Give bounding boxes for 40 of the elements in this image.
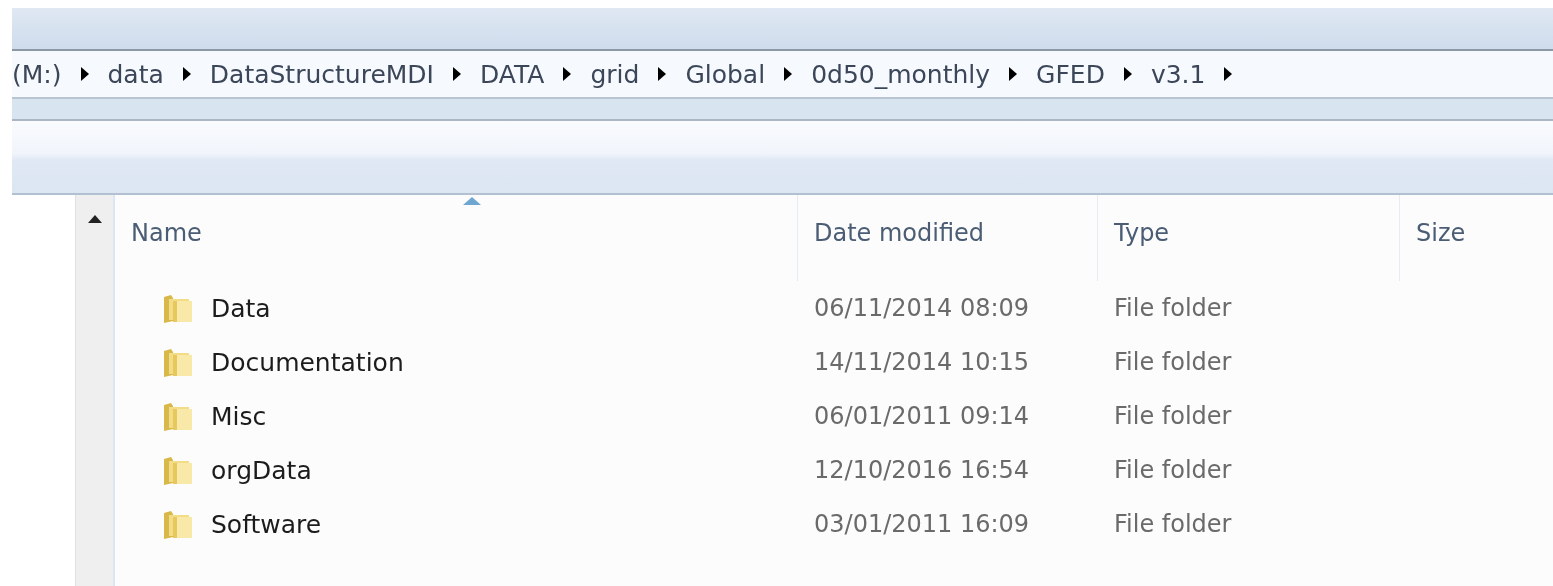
date-modified: 14/11/2014 10:15 <box>814 348 1030 376</box>
file-name[interactable]: orgData <box>211 455 312 485</box>
chevron-icon[interactable] <box>1008 66 1019 82</box>
file-type: File folder <box>1114 456 1232 484</box>
chevron-icon[interactable] <box>181 66 192 82</box>
breadcrumb-item[interactable]: DATA <box>468 59 557 89</box>
scrollbar[interactable] <box>75 195 115 586</box>
chevron-icon[interactable] <box>1223 66 1234 82</box>
scroll-up-icon[interactable] <box>87 215 102 223</box>
column-header[interactable]: Date modified <box>814 219 985 247</box>
chevron-icon[interactable] <box>657 66 668 82</box>
file-type: File folder <box>1114 294 1232 322</box>
column-header[interactable]: Size <box>1416 219 1466 247</box>
breadcrumb-item[interactable]: grid <box>578 59 652 89</box>
date-modified: 06/11/2014 08:09 <box>814 294 1030 322</box>
breadcrumb-item[interactable]: DataStructureMDI <box>197 59 446 89</box>
file-name[interactable]: Misc <box>211 401 267 431</box>
file-type: File folder <box>1114 348 1232 376</box>
file-name[interactable]: Software <box>211 509 322 539</box>
chevron-icon[interactable] <box>1122 66 1133 82</box>
file-type: File folder <box>1114 510 1232 538</box>
breadcrumb-item[interactable]: v3.1 <box>1138 59 1218 89</box>
file-name[interactable]: Data <box>211 293 271 323</box>
address-bar[interactable]: (M:) data DataStructureMDI DATA grid Global 0d50_monthly GFED v3.1 <box>12 49 1553 99</box>
breadcrumb-item[interactable]: (M:) <box>12 59 74 89</box>
file-type: File folder <box>1114 402 1232 430</box>
column-header[interactable]: Name <box>131 219 202 247</box>
breadcrumb-item[interactable]: Global <box>673 59 778 89</box>
breadcrumb-item[interactable]: 0d50_monthly <box>799 59 1003 89</box>
breadcrumb-item[interactable]: data <box>95 59 176 89</box>
date-modified: 03/01/2011 16:09 <box>814 510 1030 538</box>
chevron-icon[interactable] <box>783 66 794 82</box>
chevron-icon[interactable] <box>452 66 462 82</box>
date-modified: 06/01/2011 09:14 <box>814 402 1030 430</box>
file-name[interactable]: Documentation <box>211 347 404 377</box>
chevron-icon[interactable] <box>79 66 90 82</box>
breadcrumb-item[interactable]: GFED <box>1024 59 1117 89</box>
date-modified: 12/10/2016 16:54 <box>814 456 1030 484</box>
column-header[interactable]: Type <box>1114 219 1170 247</box>
chevron-icon[interactable] <box>562 66 573 82</box>
